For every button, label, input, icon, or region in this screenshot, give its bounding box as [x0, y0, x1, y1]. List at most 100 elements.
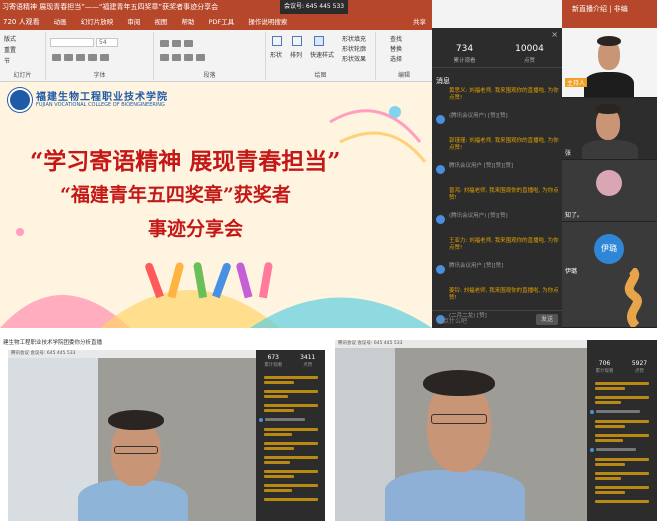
message-text: 姜铃: 刘福老师, 我来围观你的直播啦, 为你点赞! [449, 288, 559, 301]
message-text: 郭瑾瑾: 刘福老师, 我来围观你的直播啦, 为你点赞! [449, 138, 559, 151]
chat-panel: 706 5927 累计观看 点赞 [587, 340, 657, 521]
underline-icon[interactable] [76, 54, 85, 61]
shapes-button[interactable]: 形状 [270, 50, 282, 59]
shape-effects-button[interactable]: 形状效果 [342, 54, 366, 63]
message-text: (腾讯会议用户) [赞][赞] [449, 213, 508, 219]
justify-icon[interactable] [196, 54, 205, 61]
italic-icon[interactable] [64, 54, 73, 61]
arrange-icon[interactable] [292, 36, 302, 46]
tab-animation[interactable]: 动画 [54, 14, 67, 30]
strikethrough-icon[interactable] [88, 54, 97, 61]
avatar [436, 165, 445, 174]
avatar [596, 170, 622, 196]
ribbon-group-label: 编辑 [397, 72, 410, 79]
chat-panel: × 734 累计观看 10004 点赞 消息 黄思义: 刘福老师, 我来围观你的… [432, 28, 562, 328]
list-item: 王亚力: 刘福老师, 我来围观你的直播啦, 为你点赞! [436, 238, 560, 263]
indent-icon[interactable] [184, 40, 193, 47]
close-icon[interactable]: × [551, 30, 558, 39]
arrange-button[interactable]: 排列 [290, 50, 302, 59]
align-center-icon[interactable] [172, 54, 181, 61]
window-title: 习寄语精神 展现青春担当”——“福建青年五四奖章”获奖者事迹分享会 [2, 3, 219, 11]
tab-view[interactable]: 视图 [154, 14, 167, 30]
list-item [595, 382, 649, 385]
ribbon-group-slides: 版式 重置 节 幻灯片 [0, 32, 46, 80]
quick-styles-icon[interactable] [314, 36, 324, 46]
font-name-input[interactable] [50, 38, 94, 47]
list-item: 腾讯会议用户 [赞][赞][赞] [436, 163, 560, 188]
list-item [595, 425, 625, 428]
list-item [596, 410, 640, 413]
avatar [590, 448, 594, 452]
person-body [584, 72, 634, 97]
glasses [431, 414, 487, 424]
meeting-info: 腾讯会议 会议号: 645 445 533 [8, 350, 256, 358]
list-item [595, 463, 625, 466]
list-item: 腾讯会议用户 [赞][赞] [436, 263, 560, 288]
font-color-icon[interactable] [100, 54, 109, 61]
shape-outline-button[interactable]: 形状轮廓 [342, 44, 366, 53]
views-label: 累计观看 [264, 363, 283, 368]
main-screenshot: 习寄语精神 展现青春担当”——“福建青年五四奖章”获奖者事迹分享会 会议号: 6… [0, 0, 657, 328]
list-item: 郭瑾瑾: 刘福老师, 我来围观你的直播啦, 为你点赞! [436, 138, 560, 163]
stat-likes: 10004 点赞 [497, 44, 562, 64]
list-item [264, 428, 318, 431]
tab-search[interactable]: 操作说明搜索 [248, 14, 287, 30]
shapes-icon[interactable] [272, 36, 282, 46]
video-window: 腾讯会议 会议号: 645 445 533 [335, 340, 587, 521]
video-tile[interactable]: 主持人 [562, 28, 657, 98]
avatar [590, 410, 594, 414]
ribbon-tabs: 720 人观看 动画 幻灯片放映 审阅 视图 帮助 PDF工具 操作说明搜索 共… [0, 14, 432, 30]
views-count: 706 [598, 360, 611, 367]
list-item [264, 498, 318, 501]
person-body [582, 140, 638, 159]
tab-review[interactable]: 审阅 [127, 14, 140, 30]
find-button[interactable]: 查找 [390, 34, 402, 43]
tab-pdf-tools[interactable]: PDF工具 [209, 14, 235, 30]
reset-button[interactable]: 重置 [4, 45, 16, 54]
avatar: 伊璐 [594, 234, 624, 264]
ribbon-group-paragraph: 段落 [154, 32, 266, 80]
message-text: 腾讯会议用户 [赞][赞] [449, 263, 504, 269]
chat-input[interactable]: 说点什么吧 [437, 316, 467, 325]
bullets-icon[interactable] [160, 40, 169, 47]
screenshot-bottom-right: 腾讯会议 会议号: 645 445 533 706 5927 累计观看 点赞 [335, 340, 657, 521]
likes-count: 5927 [631, 360, 648, 367]
list-item [264, 461, 290, 464]
meeting-info: 腾讯会议 会议号: 645 445 533 [335, 340, 587, 348]
bold-icon[interactable] [52, 54, 61, 61]
person-hair [597, 36, 621, 46]
tab-help[interactable]: 帮助 [181, 14, 194, 30]
video-tile[interactable]: 知了。 [562, 160, 657, 222]
list-item [595, 458, 649, 461]
views-count: 734 [455, 44, 474, 54]
list-item: (腾讯会议用户) [赞][赞] [436, 213, 560, 238]
numbering-icon[interactable] [172, 40, 181, 47]
list-item [264, 409, 294, 412]
list-item [264, 376, 318, 379]
section-button[interactable]: 节 [4, 56, 10, 65]
replace-button[interactable]: 替换 [390, 44, 402, 53]
align-left-icon[interactable] [160, 54, 169, 61]
tab-slideshow[interactable]: 幻灯片放映 [81, 14, 114, 30]
share-button[interactable]: 共享 [413, 14, 426, 30]
send-button[interactable]: 发送 [536, 314, 558, 325]
layout-button[interactable]: 版式 [4, 34, 16, 43]
list-item [264, 484, 318, 487]
align-right-icon[interactable] [184, 54, 193, 61]
quick-styles-button[interactable]: 快速样式 [310, 50, 334, 59]
list-item [264, 456, 318, 459]
chat-input-bar: 说点什么吧 发送 [432, 310, 562, 328]
person-hair [423, 370, 495, 396]
stats-bar: 734 累计观看 10004 点赞 [432, 40, 562, 68]
select-button[interactable]: 选择 [390, 54, 402, 63]
video-tile[interactable]: 伊璐 伊璐 [562, 222, 657, 328]
font-size-input[interactable]: 54 [96, 38, 118, 47]
participant-name: 张 [565, 150, 572, 157]
shape-fill-button[interactable]: 形状填充 [342, 34, 366, 43]
header-links[interactable]: 新直播介绍 | 非编 [572, 4, 628, 14]
list-item [264, 442, 318, 445]
video-window: 腾讯会议 会议号: 645 445 533 [8, 350, 256, 521]
slide-canvas: 福建生物工程职业技术学院 FUJIAN VOCATIONAL COLLEGE O… [0, 82, 432, 328]
video-tile[interactable]: 张 [562, 98, 657, 160]
screenshot-bottom-left: 建生物工程职业技术学院团委你分析直播 腾讯会议 会议号: 645 445 533… [0, 336, 325, 521]
